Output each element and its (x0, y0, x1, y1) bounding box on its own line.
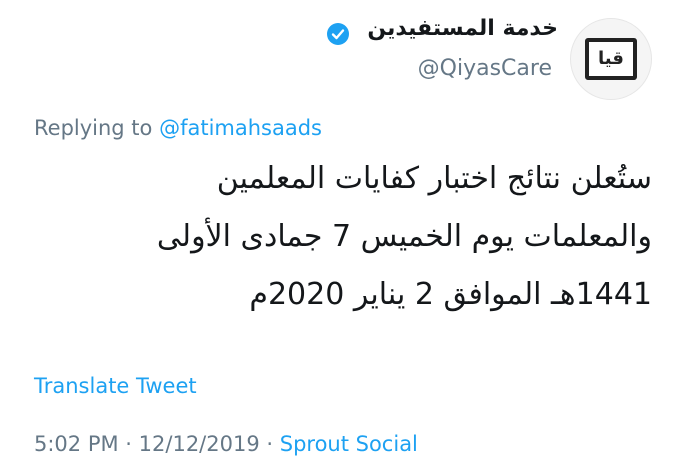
tweet-time[interactable]: 5:02 PM (34, 432, 119, 456)
replying-to-link[interactable]: @fatimahsaads (159, 116, 322, 140)
avatar[interactable]: قيا (570, 18, 652, 100)
replying-to-line: Replying to @fatimahsaads (34, 116, 322, 140)
tweet-metadata: 5:02 PM · 12/12/2019 · Sprout Social (34, 432, 418, 456)
tweet-text-line: والمعلمات يوم الخميس 7 جمادى الأولى (156, 219, 652, 254)
qiyas-logo-icon: قيا (585, 38, 637, 80)
replying-to-label: Replying to (34, 116, 160, 140)
author-display-name[interactable]: خدمة المستفيدين (367, 16, 558, 41)
translate-tweet-link[interactable]: Translate Tweet (34, 374, 197, 398)
tweet-text-line: 1441هـ الموافق 2 يناير 2020م (249, 277, 652, 312)
author-handle[interactable]: @QiyasCare (418, 56, 552, 81)
tweet-text-line: ستُعلن نتائج اختبار كفايات المعلمين (216, 161, 652, 196)
verified-badge-icon (326, 22, 350, 46)
tweet-date[interactable]: 12/12/2019 (139, 432, 260, 456)
meta-separator: · (259, 432, 280, 456)
tweet-text: ستُعلن نتائج اختبار كفايات المعلمين والم… (32, 150, 652, 324)
meta-separator: · (118, 432, 139, 456)
tweet-source-link[interactable]: Sprout Social (280, 432, 418, 456)
